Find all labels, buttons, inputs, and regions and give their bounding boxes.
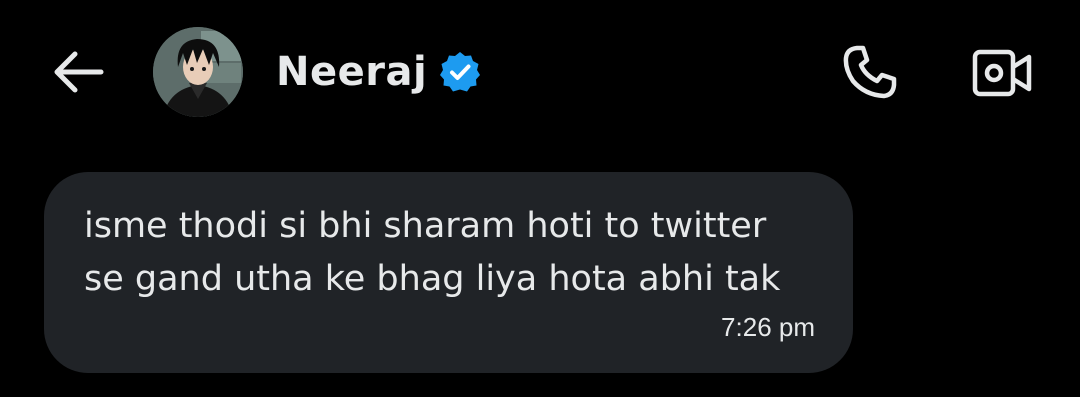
anime-boy-avatar-image [153, 27, 243, 117]
phone-icon [843, 45, 897, 99]
video-call-button[interactable] [970, 42, 1034, 104]
message-text: isme thodi si bhi sharam hoti to twitter… [84, 206, 781, 299]
back-button[interactable] [48, 46, 108, 98]
video-camera-icon [972, 49, 1032, 97]
contact-name: Neeraj [276, 49, 428, 95]
voice-call-button[interactable] [838, 40, 902, 104]
verified-badge-icon [437, 49, 483, 95]
avatar[interactable] [153, 27, 243, 117]
arrow-left-icon [54, 51, 104, 93]
message-bubble[interactable]: isme thodi si bhi sharam hoti to twitter… [44, 172, 853, 373]
message-timestamp: 7:26 pm [721, 312, 815, 342]
conversation-header: Neeraj [0, 0, 1080, 145]
contact-name-group[interactable]: Neeraj [276, 44, 483, 100]
